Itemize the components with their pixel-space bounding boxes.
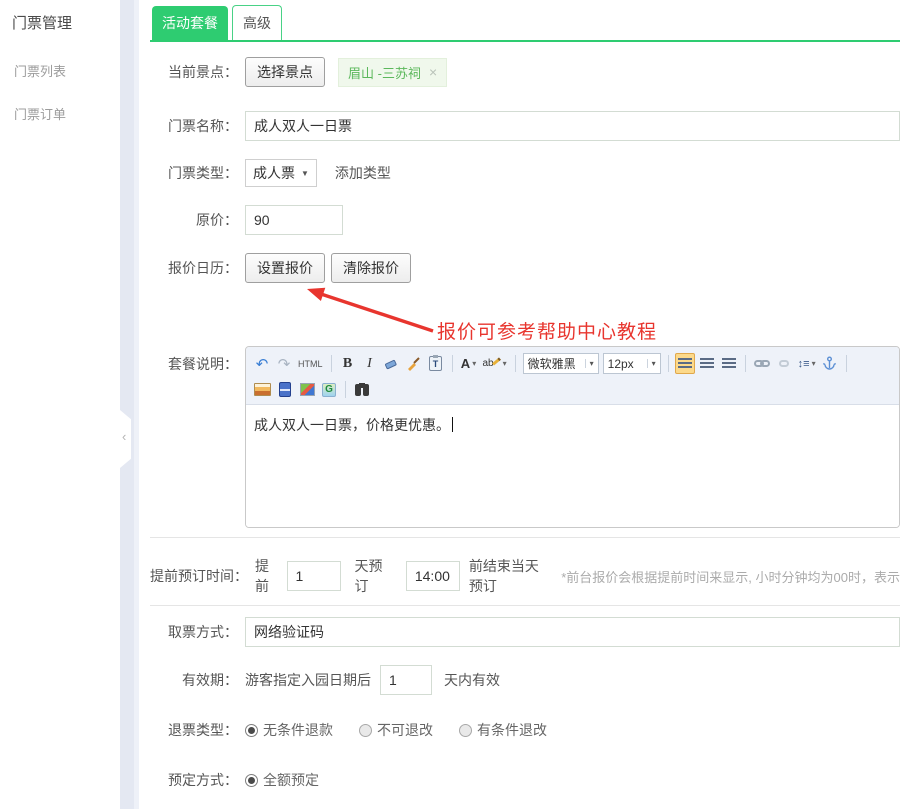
row-advance-booking: 提前预订时间： 提前 天预订 前结束当天预订 *前台报价会根据提前时间来显示, …: [150, 556, 900, 596]
radio-on-icon: [245, 724, 258, 737]
font-size-select[interactable]: 12px ▾: [603, 353, 661, 374]
validity-suffix: 天内有效: [444, 670, 500, 690]
row-validity: 有效期： 游客指定入园日期后 天内有效: [150, 665, 900, 695]
ticket-name-input[interactable]: [245, 111, 900, 141]
ticket-type-select[interactable]: 成人票 ▼: [245, 159, 317, 187]
row-current-scenic: 当前景点： 选择景点 眉山 -三苏祠 ×: [150, 57, 900, 87]
insert-map-icon[interactable]: G: [319, 379, 339, 400]
html-source-icon[interactable]: HTML: [296, 353, 325, 374]
set-quote-button[interactable]: 设置报价: [245, 253, 325, 283]
tab-activity-package[interactable]: 活动套餐: [152, 6, 228, 40]
editor-text: 成人双人一日票，价格更优惠。: [254, 417, 450, 433]
row-original-price: 原价：: [150, 205, 900, 235]
tab-bar: 活动套餐 高级: [150, 5, 900, 42]
insert-image-icon[interactable]: [252, 379, 273, 400]
red-arrow-icon: [300, 285, 440, 335]
sidebar-item-ticket-orders[interactable]: 门票订单: [14, 104, 120, 123]
eraser-icon[interactable]: [382, 353, 402, 374]
add-type-link[interactable]: 添加类型: [335, 163, 391, 183]
find-replace-icon[interactable]: [352, 379, 372, 400]
annotation-zone: 报价可参考帮助中心教程: [150, 283, 900, 346]
tag-remove-icon[interactable]: ×: [429, 64, 437, 80]
choose-scenic-button[interactable]: 选择景点: [245, 57, 325, 87]
sidebar-divider-strip: [120, 0, 134, 809]
align-left-icon[interactable]: [675, 353, 695, 374]
validity-label: 有效期：: [182, 670, 238, 690]
rich-text-editor: ↶ ↷ HTML B I T A ▾: [245, 346, 900, 528]
remove-link-icon[interactable]: [774, 353, 794, 374]
radio-off-icon: [459, 724, 472, 737]
sidebar-divider-strip-light: [134, 0, 139, 809]
sidebar-title: 门票管理: [12, 12, 120, 33]
scenic-tag: 眉山 -三苏祠 ×: [338, 58, 447, 87]
redo-icon[interactable]: ↷: [274, 353, 294, 374]
anchor-icon[interactable]: [820, 353, 840, 374]
advance-note: *前台报价会根据提前时间来显示, 小时分钟均为00时，表示: [561, 567, 900, 586]
package-description-label: 套餐说明：: [168, 354, 238, 374]
row-pickup-method: 取票方式：: [150, 617, 900, 647]
radio-no-refund[interactable]: 不可退改: [359, 720, 433, 740]
section-divider: [150, 537, 900, 538]
radio-on-icon: [245, 774, 258, 787]
validity-prefix: 游客指定入园日期后: [245, 670, 371, 690]
scenic-tag-label: 眉山 -三苏祠: [348, 63, 421, 82]
sidebar: 门票管理 门票列表 门票订单: [0, 0, 120, 809]
chevron-down-icon: ▼: [301, 169, 309, 178]
align-right-icon[interactable]: [719, 353, 739, 374]
advance-time-input[interactable]: [406, 561, 460, 591]
validity-days-input[interactable]: [380, 665, 432, 695]
sidebar-item-ticket-list[interactable]: 门票列表: [14, 61, 120, 80]
align-center-icon[interactable]: [697, 353, 717, 374]
chevron-down-icon: ▾: [585, 359, 594, 368]
clear-quote-button[interactable]: 清除报价: [331, 253, 411, 283]
section-divider: [150, 605, 900, 606]
row-package-description: 套餐说明： ↶ ↷ HTML B I T: [150, 346, 900, 528]
row-ticket-type: 门票类型： 成人票 ▼ 添加类型: [150, 159, 900, 187]
insert-video-icon[interactable]: [275, 379, 295, 400]
font-family-select[interactable]: 微软雅黑 ▾: [523, 353, 599, 374]
advance-prefix: 提前: [255, 556, 279, 596]
undo-icon[interactable]: ↶: [252, 353, 272, 374]
annotation-text: 报价可参考帮助中心教程: [437, 317, 657, 344]
pickup-method-input[interactable]: [245, 617, 900, 647]
advance-mid: 天预订: [355, 556, 390, 596]
bold-icon[interactable]: B: [338, 353, 358, 374]
refund-type-label: 退票类型：: [168, 720, 238, 740]
ticket-type-selected: 成人票: [253, 163, 295, 183]
advance-days-input[interactable]: [287, 561, 341, 591]
row-quote-calendar: 报价日历： 设置报价 清除报价: [150, 253, 900, 283]
main-panel: 活动套餐 高级 当前景点： 选择景点 眉山 -三苏祠 × 门票名称： 门票类型：…: [150, 0, 900, 809]
ticket-name-label: 门票名称：: [168, 116, 238, 136]
booking-method-label: 预定方式：: [168, 770, 238, 790]
advance-suffix: 前结束当天预订: [469, 556, 551, 596]
pickup-method-label: 取票方式：: [168, 622, 238, 642]
quote-calendar-label: 报价日历：: [168, 258, 238, 278]
chevron-down-icon: ▾: [647, 359, 656, 368]
advance-booking-label: 提前预订时间：: [150, 566, 248, 586]
paste-text-icon[interactable]: T: [426, 353, 446, 374]
text-cursor: [452, 417, 453, 432]
insert-link-icon[interactable]: [752, 353, 772, 374]
italic-icon[interactable]: I: [360, 353, 380, 374]
chevron-left-icon[interactable]: ‹: [122, 429, 126, 444]
ticket-type-label: 门票类型：: [168, 163, 238, 183]
radio-full-payment[interactable]: 全额预定: [245, 770, 319, 790]
original-price-label: 原价：: [196, 210, 238, 230]
radio-unconditional-refund[interactable]: 无条件退款: [245, 720, 333, 740]
row-booking-method: 预定方式： 全额预定: [150, 770, 900, 790]
format-brush-icon[interactable]: [404, 353, 424, 374]
editor-content-area[interactable]: 成人双人一日票，价格更优惠。: [246, 405, 899, 527]
row-refund-type: 退票类型： 无条件退款 不可退改 有条件退改: [150, 720, 900, 740]
line-height-icon[interactable]: ↕≡ ▾: [796, 353, 818, 374]
radio-off-icon: [359, 724, 372, 737]
tab-advanced[interactable]: 高级: [232, 5, 282, 40]
row-ticket-name: 门票名称：: [150, 111, 900, 141]
highlight-color-icon[interactable]: ab ▾: [481, 353, 509, 374]
editor-toolbar: ↶ ↷ HTML B I T A ▾: [246, 347, 899, 405]
current-scenic-label: 当前景点：: [168, 62, 238, 82]
original-price-input[interactable]: [245, 205, 343, 235]
font-color-icon[interactable]: A ▾: [459, 353, 479, 374]
radio-conditional-refund[interactable]: 有条件退改: [459, 720, 547, 740]
insert-media-icon[interactable]: [297, 379, 317, 400]
